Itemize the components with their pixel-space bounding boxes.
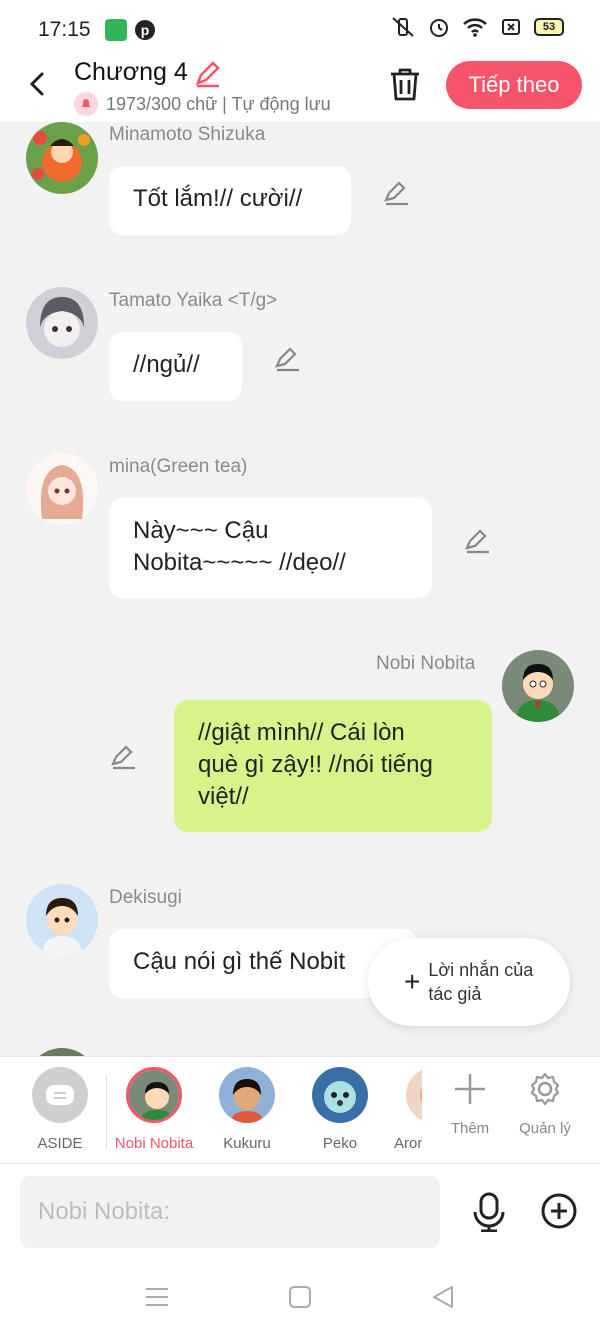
my-message-bubble[interactable]: //giật mình// Cái lòn què gì zậy!! //nói… [174, 700, 492, 832]
trash-icon[interactable] [388, 66, 422, 102]
alarm-icon [430, 19, 448, 37]
character-avatar [126, 1067, 182, 1123]
input-bar [0, 1164, 600, 1260]
character-kukuru[interactable]: Kukuru [202, 1067, 292, 1152]
character-aron[interactable]: Aron [388, 1067, 422, 1152]
character-name: Peko [322, 1135, 358, 1152]
character-name: Kukuru [223, 1135, 271, 1152]
character-avatar [406, 1067, 422, 1123]
message-line: Này~~~ Cậu [133, 517, 269, 544]
character-bar: ASIDE Nobi Nobita Kukuru Peko Aron Thêm … [0, 1056, 600, 1164]
sender-name: Minamoto Shizuka [109, 124, 266, 145]
chapter-title[interactable]: Chương 4 [74, 58, 188, 87]
character-aside[interactable]: ASIDE [15, 1067, 105, 1152]
sender-name: Tamato Yaika <T/g> [109, 290, 278, 311]
message-bubble[interactable]: //ngủ// [109, 332, 242, 401]
character-peko[interactable]: Peko [295, 1067, 385, 1152]
character-name: ASIDE [37, 1135, 83, 1152]
sender-name: Dekisugi [109, 887, 182, 908]
status-time: 17:15 [38, 18, 91, 41]
message-line: què gì zậy!! //nói tiếng [198, 751, 433, 778]
edit-title-icon[interactable] [193, 58, 223, 88]
gear-icon [530, 1072, 560, 1106]
word-count-status: 1973/300 chữ | Tự động lưu [74, 92, 331, 116]
author-note-button[interactable]: + Lời nhắn của tác giả [368, 938, 570, 1026]
add-attachment-icon[interactable] [540, 1192, 578, 1230]
pinterest-icon: p [135, 20, 155, 40]
edit-message-icon[interactable] [109, 742, 137, 770]
sender-name: mina(Green tea) [109, 456, 248, 477]
message-text: Cậu nói gì thế Nobit [133, 948, 346, 975]
home-icon[interactable] [287, 1284, 313, 1310]
back-button[interactable] [22, 68, 54, 100]
edit-message-icon[interactable] [463, 526, 491, 554]
status-icons: 53 [390, 16, 564, 38]
message-input[interactable] [20, 1176, 440, 1248]
status-bar: 17:15 p 53 [0, 0, 600, 58]
menu-icon[interactable] [144, 1284, 170, 1310]
manage-button[interactable]: Quản lý [510, 1071, 580, 1137]
back-triangle-icon[interactable] [430, 1284, 456, 1310]
avatar-partial [26, 1048, 98, 1056]
battery-icon: 53 [534, 18, 564, 36]
vibrate-mute-icon [392, 17, 414, 37]
plus-icon [455, 1074, 485, 1104]
next-button[interactable]: Tiếp theo [446, 61, 582, 109]
sim-icon [502, 19, 520, 35]
avatar-yaika[interactable] [26, 287, 98, 359]
app-header: Chương 4 1973/300 chữ | Tự động lưu Tiếp… [0, 58, 600, 122]
bell-icon [74, 92, 98, 116]
character-avatar [219, 1067, 275, 1123]
wifi-icon [463, 18, 487, 37]
message-line: Nobita~~~~~ //dẹo// [133, 549, 346, 576]
manage-label: Quản lý [519, 1120, 571, 1137]
message-bubble[interactable]: Này~~~ Cậu Nobita~~~~~ //dẹo// [109, 498, 432, 598]
message-text: //ngủ// [133, 351, 200, 378]
app-notification-icon [105, 19, 127, 41]
character-name: Nobi Nobita [114, 1135, 194, 1152]
avatar-nobita[interactable] [502, 650, 574, 722]
character-name: Aron [394, 1135, 422, 1152]
sender-name: Nobi Nobita [376, 653, 476, 674]
message-bubble[interactable]: Tốt lắm!// cười// [109, 166, 351, 235]
avatar-mina[interactable] [26, 453, 98, 525]
svg-text:p: p [141, 22, 150, 38]
chat-area[interactable]: Minamoto Shizuka Tốt lắm!// cười// Tamat… [0, 122, 600, 1056]
aside-icon [32, 1067, 88, 1123]
add-character-button[interactable]: Thêm [435, 1071, 505, 1137]
plus-icon: + [404, 966, 421, 997]
microphone-icon[interactable] [470, 1192, 508, 1232]
message-line: //giật mình// Cái lòn [198, 719, 405, 746]
avatar-shizuka[interactable] [26, 122, 98, 194]
system-nav-bar [0, 1260, 600, 1333]
character-nobita[interactable]: Nobi Nobita [109, 1067, 199, 1152]
author-note-label: Lời nhắn của tác giả [428, 960, 534, 1004]
word-count-text: 1973/300 chữ | Tự động lưu [106, 93, 331, 114]
edit-message-icon[interactable] [382, 178, 410, 206]
avatar-dekisugi[interactable] [26, 884, 98, 956]
edit-message-icon[interactable] [273, 344, 301, 372]
character-avatar [312, 1067, 368, 1123]
message-line: việt// [198, 783, 249, 810]
add-label: Thêm [450, 1120, 490, 1137]
divider [106, 1077, 107, 1147]
message-text: Tốt lắm!// cười// [133, 185, 303, 212]
